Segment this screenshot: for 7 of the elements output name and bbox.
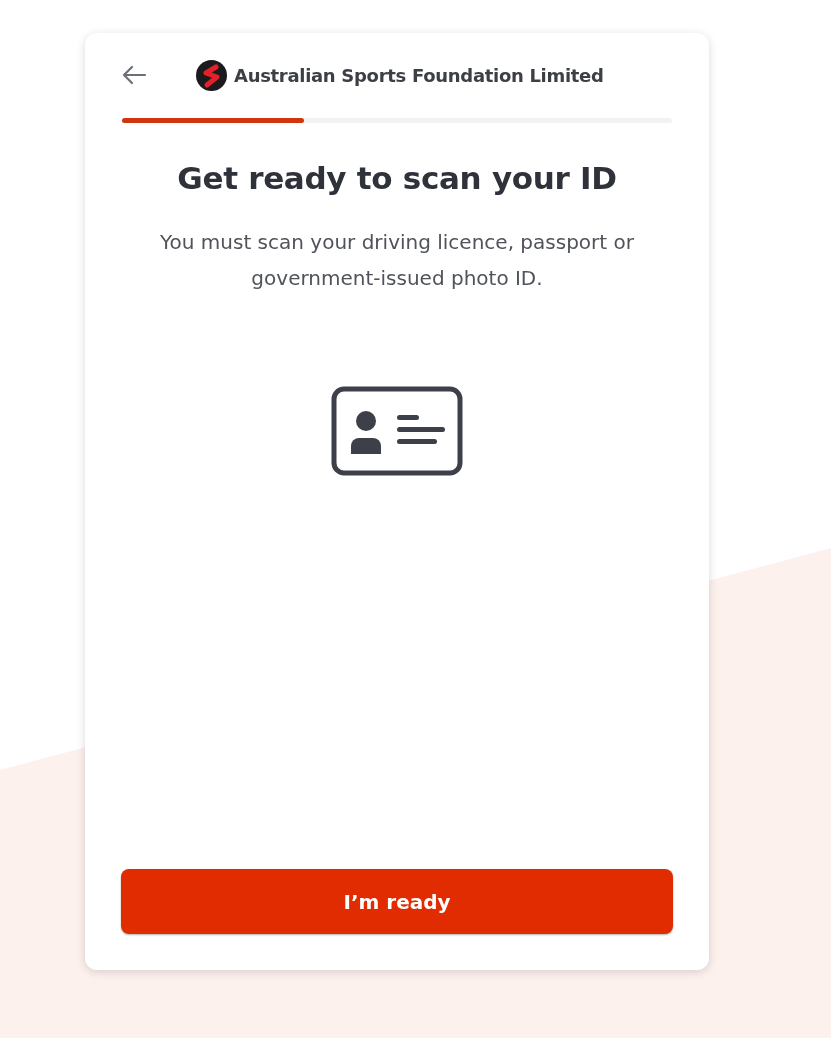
id-card-icon xyxy=(331,386,463,476)
description-text: You must scan your driving licence, passport or government-issued photo ID. xyxy=(159,229,635,292)
ready-button[interactable]: I’m ready xyxy=(121,869,673,934)
page-title: Get ready to scan your ID xyxy=(176,160,618,196)
brand-name: Australian Sports Foundation Limited xyxy=(234,64,604,86)
logo-icon xyxy=(196,59,227,91)
back-arrow-icon[interactable] xyxy=(121,65,147,85)
